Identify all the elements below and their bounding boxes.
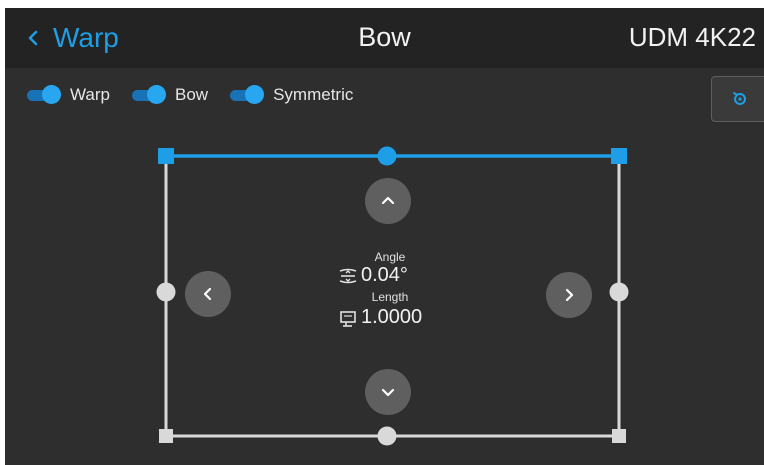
chevron-right-icon [565,288,574,302]
projector-icon [340,310,356,327]
chevron-left-icon [203,287,212,301]
length-row: 1.0000 [338,306,450,329]
bow-readout: Angle 0.04° Length 1.0000 [330,250,450,329]
move-up-button[interactable] [365,178,411,224]
corner-handle-top-right[interactable] [611,148,627,164]
midpoint-handle-bottom[interactable] [377,426,397,446]
corner-handle-bottom-right[interactable] [612,429,626,443]
corner-handle-bottom-left[interactable] [159,429,173,443]
corner-handle-top-left[interactable] [158,148,174,164]
angle-row: 0.04° [338,264,450,287]
midpoint-handle-right[interactable] [609,282,629,302]
chevron-down-icon [381,388,395,397]
move-right-button[interactable] [546,272,592,318]
move-down-button[interactable] [365,369,411,415]
chevron-up-icon [381,196,395,205]
bow-screen: Warp Bow UDM 4K22 Warp Bow Symmetric Ang… [5,8,764,465]
length-value: 1.0000 [361,306,423,328]
angle-label: Angle [374,250,406,264]
angle-icon [339,268,357,283]
midpoint-handle-top[interactable] [377,146,397,166]
midpoint-handle-left[interactable] [156,282,176,302]
length-label: Length [371,290,409,304]
angle-value: 0.04° [361,264,408,286]
move-left-button[interactable] [185,271,231,317]
